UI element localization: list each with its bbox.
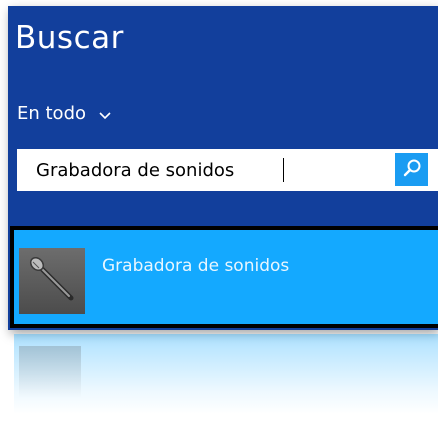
pane-title: Buscar: [15, 20, 124, 56]
scope-dropdown[interactable]: En todo: [17, 100, 112, 126]
scope-label: En todo: [17, 102, 87, 124]
result-reflection: [10, 330, 438, 437]
reflection-icon: [19, 346, 81, 398]
chevron-down-icon: [98, 106, 112, 120]
result-highlight[interactable]: Grabadora de sonidos: [14, 230, 438, 324]
search-button[interactable]: [395, 153, 428, 186]
result-label: Grabadora de sonidos: [102, 256, 290, 276]
search-result-item[interactable]: Grabadora de sonidos: [10, 226, 438, 328]
search-input[interactable]: [17, 149, 387, 191]
search-box: [17, 149, 438, 191]
text-cursor: [283, 158, 284, 182]
microphone-icon: [19, 248, 85, 314]
search-icon: [401, 157, 423, 183]
